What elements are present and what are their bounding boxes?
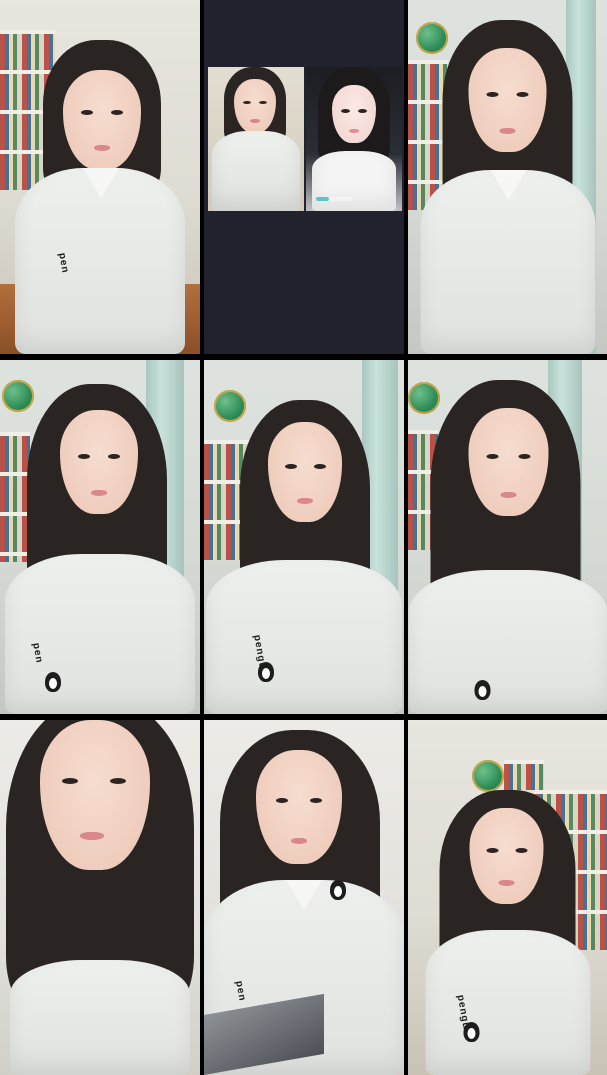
penguin-logo-icon (474, 680, 490, 700)
participant-face (234, 79, 276, 133)
progress-fill (316, 197, 329, 201)
participant (308, 67, 400, 211)
participant-face (40, 720, 150, 870)
progress-bar (316, 197, 352, 201)
participant-shirt (408, 570, 607, 714)
participant-face (332, 85, 376, 143)
video-tile-3[interactable] (408, 0, 607, 354)
participant-shirt (10, 960, 190, 1075)
participant: pengui (206, 400, 402, 714)
participant-face (468, 48, 546, 152)
participant: pengui (425, 790, 590, 1075)
participant-face (63, 70, 141, 170)
video-tile-2-split[interactable] (204, 0, 404, 354)
participant (212, 67, 300, 211)
participant-face (468, 408, 548, 516)
penguin-logo-icon (45, 672, 61, 692)
bookshelf (504, 760, 544, 790)
pip-left[interactable] (208, 67, 304, 211)
video-tile-4[interactable]: pen (0, 360, 200, 714)
participant-face (256, 750, 342, 864)
participant-face (268, 422, 342, 522)
participant-face (60, 410, 138, 514)
participant-shirt (206, 560, 402, 714)
video-tile-6[interactable] (408, 360, 607, 714)
participant-face (469, 808, 543, 904)
video-tile-8[interactable]: pen (204, 720, 404, 1075)
participant (408, 380, 607, 714)
participant-shirt (5, 554, 195, 714)
video-tile-5[interactable]: pengui (204, 360, 404, 714)
video-tile-1[interactable]: pen (0, 0, 200, 354)
participant: pen (15, 40, 185, 354)
video-tile-9[interactable]: pengui (408, 720, 607, 1075)
globe (472, 760, 504, 792)
video-grid: pen pen pengui pen pengui (0, 0, 607, 1075)
pip-right[interactable] (306, 67, 402, 211)
penguin-logo-icon (258, 662, 274, 682)
participant (420, 20, 595, 354)
participant (0, 720, 200, 1075)
video-tile-7[interactable] (0, 720, 200, 1075)
penguin-logo-icon (463, 1022, 479, 1042)
penguin-logo-icon (330, 880, 346, 900)
participant: pen (5, 384, 195, 714)
participant-shirt (312, 151, 396, 211)
participant-shirt (425, 930, 590, 1075)
participant-shirt (212, 131, 300, 211)
